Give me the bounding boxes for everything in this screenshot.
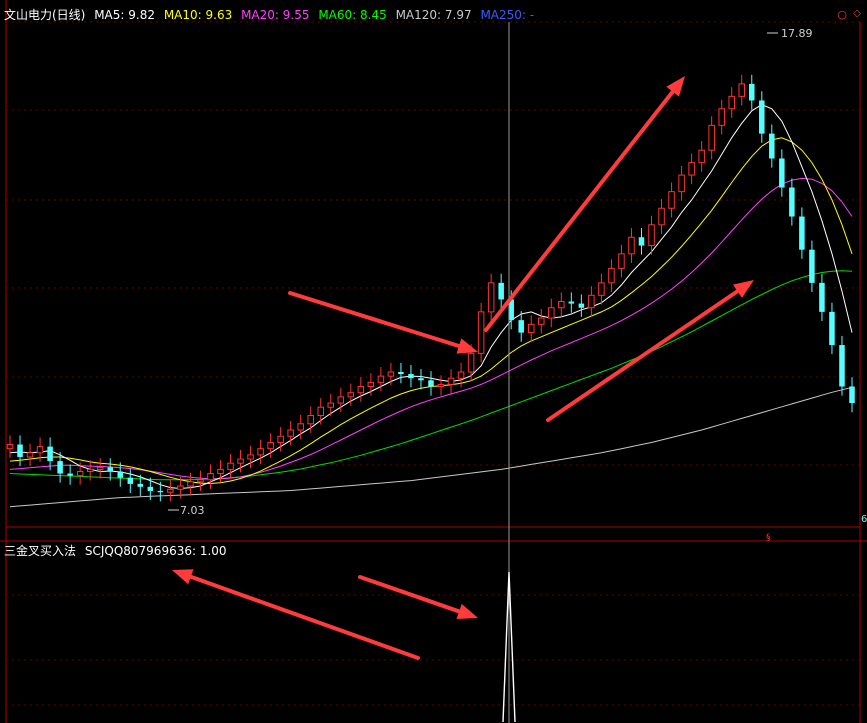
candle [227,454,234,479]
candle [608,259,615,292]
candle [26,443,34,467]
candle [718,99,725,135]
diamond-icon[interactable]: ◇ [853,8,861,19]
candle [207,464,214,489]
candle [257,439,264,465]
candle [749,74,755,110]
candle [86,460,94,481]
chart-canvas: 17.89 7.03 6 § [0,0,867,723]
ma120-value: MA120: 7.97 [395,8,472,22]
candle [538,308,545,334]
candle [809,240,815,292]
ma10-value: MA10: 9.63 [163,8,233,22]
candle [598,273,605,305]
candle [759,91,765,143]
candle [588,286,595,317]
candle [96,458,104,479]
candle [327,393,335,417]
candle [638,228,645,255]
indicator-grid-lines [6,594,860,706]
edge-price-label: 6 [861,514,867,525]
high-label: 17.89 [781,27,813,40]
candle [558,292,565,317]
arrow-to-crossover [288,291,478,354]
axis-marker-glyph: § [766,533,771,543]
candle [428,371,434,396]
candle [357,377,365,402]
candle [849,377,855,413]
candle [437,375,445,396]
candle [728,87,735,118]
low-label: 7.03 [180,504,205,517]
candle [628,228,635,263]
candle [398,362,404,384]
candle [698,141,705,172]
candle [738,74,745,106]
indicator-value: SCJQQ807969636: 1.00 [84,544,227,558]
ma20-value: MA20: 9.55 [241,8,310,22]
candle [197,470,204,491]
stock-title: 文山电力(日线) [4,8,86,22]
candle [418,369,424,390]
candle [548,298,555,328]
candle [678,165,685,201]
ma250-value: MA250: - [480,8,535,22]
ma60-value: MA60: 8.45 [318,8,387,22]
low-marker: 7.03 [168,504,205,517]
ma10-line [9,137,853,485]
candle [477,302,485,363]
arrow-up-trend [484,76,685,332]
candle [187,472,194,496]
ma120-line [9,386,853,508]
candle [578,294,585,317]
candle [779,149,785,197]
candle [317,398,324,425]
candle [6,435,14,458]
candle [829,302,835,355]
candle [819,273,825,321]
ma5-line [9,104,853,490]
close-icon[interactable]: ○ [837,8,847,21]
candle [618,244,625,278]
indicator-header: 三金叉买入法 SCJQQ807969636: 1.00 [4,544,232,558]
candle [789,178,795,226]
annotation-arrows [172,76,754,660]
arrow-ma-crossover [546,280,754,422]
candle [839,335,845,396]
indicator-title: 三金叉买入法 [4,544,77,558]
candle [799,207,805,259]
candle [668,182,675,218]
candle [498,273,504,309]
ma5-value: MA5: 9.82 [94,8,155,22]
candle [487,273,495,321]
stock-chart-window: 17.89 7.03 6 § 文山电力(日线) MA5: 9.82 MA10: … [0,0,867,723]
candle [387,362,395,386]
candle [67,464,73,485]
candle [527,315,535,342]
high-marker: 17.89 [767,27,813,40]
candle [408,364,414,388]
candle [769,124,775,168]
candle [17,435,23,467]
candle [658,199,665,234]
main-chart-header: 文山电力(日线) MA5: 9.82 MA10: 9.63 MA20: 9.55… [4,8,539,22]
candle [688,153,695,185]
arrow-to-signal-spike [358,575,478,619]
candle [568,292,575,313]
candle [447,369,455,394]
candle [708,116,715,160]
candle [167,480,174,502]
candle [127,468,134,494]
moving-average-lines [9,104,853,508]
